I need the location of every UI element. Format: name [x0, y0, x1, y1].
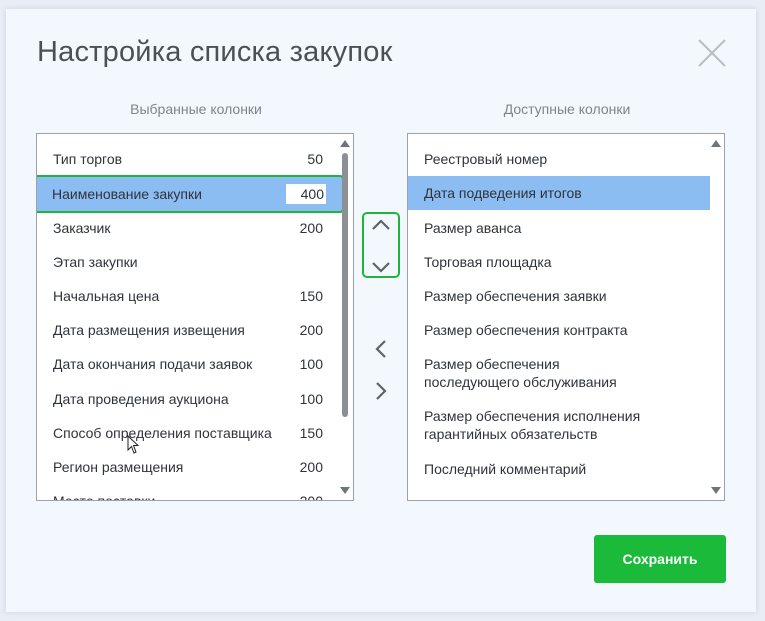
list-item[interactable]: Торговая площадка: [408, 246, 710, 278]
item-label: Торговая площадка: [424, 254, 552, 270]
item-width: 150: [299, 425, 323, 441]
available-columns-list[interactable]: Реестровый номер Дата подведения итогов …: [407, 133, 725, 501]
item-width: 200: [299, 459, 323, 475]
list-item[interactable]: Начальная цена 150: [37, 280, 339, 312]
scroll-thumb[interactable]: [342, 153, 348, 417]
list-item[interactable]: Размер обеспечения заявки: [408, 280, 710, 312]
chevron-up-icon[interactable]: [370, 217, 392, 238]
item-label: Способ определения поставщика: [53, 425, 272, 441]
item-label: Место поставки: [53, 493, 156, 501]
item-label: Дата размещения извещения: [53, 322, 245, 338]
scroll-down-arrow-icon[interactable]: [340, 487, 350, 494]
item-label: Начальная цена: [53, 288, 160, 304]
chevron-right-icon[interactable]: [373, 380, 389, 407]
list-item[interactable]: Место поставки 200: [37, 485, 339, 501]
list-item[interactable]: Дата окончания подачи заявок 100: [37, 348, 339, 380]
scroll-up-arrow-icon[interactable]: [711, 140, 721, 147]
item-label: Размер обеспечения заявки: [424, 288, 607, 304]
column-width-input[interactable]: [286, 184, 326, 204]
list-item[interactable]: Дата проведения аукциона 100: [37, 383, 339, 415]
selected-columns-list[interactable]: Тип торгов 50 Наименование закупки Заказ…: [36, 133, 354, 501]
list-item[interactable]: Способ определения поставщика 150: [37, 417, 339, 449]
save-button[interactable]: Сохранить: [594, 535, 726, 583]
item-label: Размер обеспечения последующего обслужив…: [424, 356, 617, 390]
chevron-left-icon[interactable]: [373, 338, 389, 365]
item-width: 100: [299, 391, 323, 407]
item-width: 100: [299, 356, 323, 372]
list-item[interactable]: Размер обеспечения исполнения гарантийны…: [408, 400, 710, 450]
list-item[interactable]: Дата размещения извещения 200: [37, 314, 339, 346]
selected-columns-header: Выбранные колонки: [130, 101, 262, 117]
list-item[interactable]: Последний комментарий: [408, 453, 710, 485]
scroll-down-arrow-icon[interactable]: [711, 487, 721, 494]
dialog-title: Настройка списка закупок: [37, 36, 393, 68]
list-item[interactable]: Этап закупки: [37, 246, 339, 278]
close-icon[interactable]: [697, 38, 727, 68]
list-item[interactable]: Размер аванса: [408, 212, 710, 244]
item-label: Размер обеспечения исполнения гарантийны…: [424, 408, 641, 442]
available-columns-header: Доступные колонки: [503, 101, 631, 117]
scrollbar[interactable]: [337, 134, 353, 500]
list-item-selected[interactable]: Дата подведения итогов: [408, 176, 710, 210]
item-label: Размер аванса: [424, 220, 522, 236]
list-item[interactable]: Реестровый номер: [408, 143, 710, 175]
list-item[interactable]: Размер обеспечения контракта: [408, 314, 710, 346]
item-label: Этап закупки: [53, 254, 138, 270]
item-width: 200: [299, 493, 323, 501]
list-item[interactable]: Регион размещения 200: [37, 451, 339, 483]
mouse-pointer-icon: [127, 434, 141, 460]
chevron-down-icon[interactable]: [370, 259, 392, 280]
column-settings-dialog: Настройка списка закупок Выбранные колон…: [6, 9, 756, 612]
item-label: Размер обеспечения контракта: [424, 322, 628, 338]
item-label: Реестровый номер: [424, 151, 548, 167]
item-label: Тип торгов: [53, 151, 123, 167]
item-width: 200: [299, 322, 323, 338]
list-item-selected[interactable]: Наименование закупки: [37, 175, 344, 213]
item-label: Последний комментарий: [424, 461, 587, 477]
item-label: Дата подведения итогов: [424, 185, 582, 201]
item-width: 150: [299, 288, 323, 304]
item-label: Дата проведения аукциона: [53, 391, 229, 407]
item-width: 200: [299, 220, 323, 236]
scrollbar[interactable]: [708, 134, 724, 500]
list-item[interactable]: Тип торгов 50: [37, 143, 339, 175]
item-label: Дата окончания подачи заявок: [53, 356, 253, 372]
item-label: Заказчик: [53, 220, 111, 236]
item-label: Регион размещения: [53, 459, 184, 475]
list-item[interactable]: Размер обеспечения последующего обслужив…: [408, 348, 710, 398]
item-label: Наименование закупки: [52, 186, 202, 202]
item-width: 50: [307, 151, 323, 167]
list-item[interactable]: Заказчик 200: [37, 212, 339, 244]
scroll-up-arrow-icon[interactable]: [340, 140, 350, 147]
